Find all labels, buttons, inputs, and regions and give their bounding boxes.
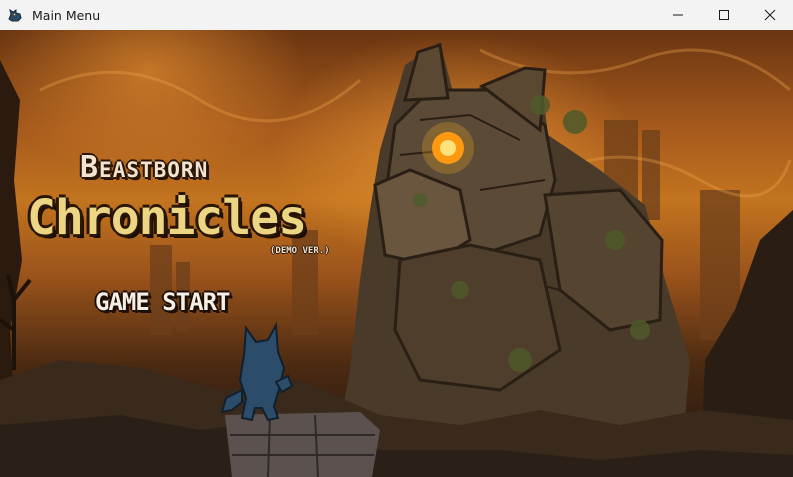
window-controls [655,0,793,30]
dragon-icon [8,8,22,22]
stone-ledge [225,412,380,477]
maximize-button[interactable] [701,0,747,30]
game-viewport[interactable]: Beastborn Chronicles (DEMO VER.) GAME ST… [0,30,793,477]
background-scene [0,42,793,477]
title-bar[interactable]: Main Menu [0,0,793,31]
close-icon [764,9,776,21]
minimize-button[interactable] [655,0,701,30]
game-window: Main Menu Beastborn Chronicles (DEMO VER… [0,0,793,477]
maximize-icon [719,10,729,20]
window-title: Main Menu [32,7,101,23]
game-start-button[interactable]: GAME START [95,288,230,316]
minimize-icon [673,14,683,16]
close-button[interactable] [747,0,793,30]
stone-golem [330,42,690,477]
